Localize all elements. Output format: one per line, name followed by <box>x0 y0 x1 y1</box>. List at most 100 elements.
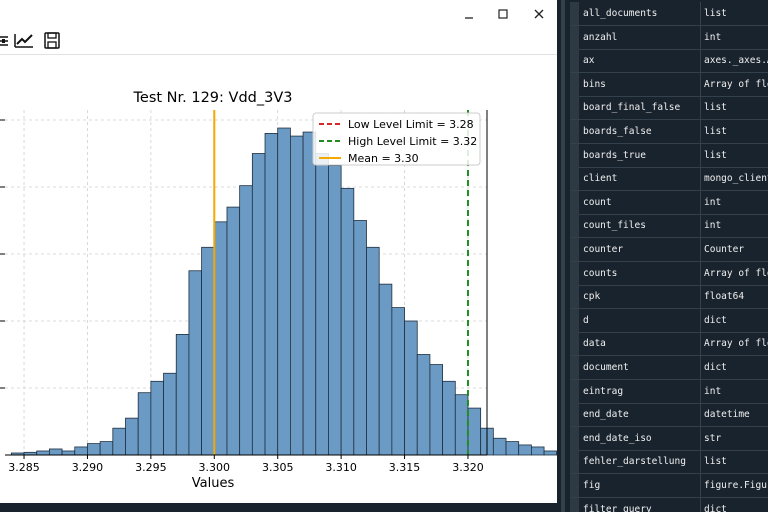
variable-row[interactable]: boards_true list <box>570 143 768 168</box>
histogram-bar <box>302 131 317 456</box>
maximize-icon[interactable] <box>492 4 514 24</box>
row-gutter <box>570 356 579 379</box>
column-separator <box>700 190 701 214</box>
variable-row[interactable]: bins Array of flo <box>570 72 768 97</box>
save-figure-icon[interactable] <box>42 31 64 51</box>
variable-row[interactable]: fig figure.Figur <box>570 474 768 498</box>
variable-type: int <box>704 220 722 232</box>
row-gutter <box>570 96 579 120</box>
histogram-bar <box>328 165 342 456</box>
window-titlebar <box>0 0 557 28</box>
column-separator <box>700 238 701 261</box>
histogram-bar <box>112 427 126 456</box>
histogram-bar <box>226 206 241 456</box>
variable-row[interactable]: counter Counter <box>570 238 768 262</box>
variable-type: list <box>704 149 727 161</box>
histogram-bar <box>289 135 304 456</box>
variable-row[interactable]: all_documents list <box>570 2 768 26</box>
variable-row[interactable]: cpk float64 <box>570 285 768 310</box>
histogram-bar <box>87 443 101 456</box>
histogram-bar <box>277 127 291 456</box>
variable-type: Array of flo <box>704 267 768 279</box>
variable-name: count <box>583 196 612 208</box>
variable-type: list <box>704 102 727 114</box>
histogram-bar <box>61 450 76 456</box>
variable-type: Array of flo <box>704 78 768 90</box>
variable-type: axes._axes.A <box>704 55 768 67</box>
variable-row[interactable]: boards_false list <box>570 120 768 144</box>
close-icon[interactable] <box>528 4 550 24</box>
row-gutter <box>570 450 579 474</box>
histogram-bar <box>530 446 545 456</box>
variable-row[interactable]: eintrag int <box>570 379 768 404</box>
histogram-bar <box>442 380 456 456</box>
variable-name: bins <box>583 78 606 90</box>
variable-name: boards_false <box>583 126 652 137</box>
row-gutter <box>570 72 579 96</box>
variable-type: mongo_client <box>704 173 768 185</box>
row-gutter <box>570 474 579 497</box>
variable-type: dict <box>704 314 727 326</box>
row-gutter <box>570 190 579 214</box>
x-tick-label: 3.285 <box>8 461 40 474</box>
x-tick-label: 3.305 <box>262 461 294 474</box>
splitter[interactable] <box>557 0 570 512</box>
histogram-bar <box>340 187 355 456</box>
histogram-bar <box>175 333 190 456</box>
histogram-bar <box>492 437 507 456</box>
variable-name: cpk <box>583 291 601 303</box>
variable-name: counts <box>583 267 618 279</box>
histogram-bar <box>251 153 266 456</box>
variable-row[interactable]: count int <box>570 190 768 215</box>
row-gutter <box>570 497 579 512</box>
edit-axis-icon[interactable] <box>13 31 35 51</box>
variable-row[interactable]: anzahl int <box>570 25 768 50</box>
variable-row[interactable]: counts Array of flo <box>570 261 768 286</box>
minimize-icon[interactable] <box>458 4 480 24</box>
histogram-bar <box>213 221 228 456</box>
splitter-handle[interactable] <box>561 0 565 512</box>
column-separator <box>700 2 701 25</box>
variable-row[interactable]: board_final_false list <box>570 96 768 121</box>
column-separator <box>700 497 701 512</box>
variable-row[interactable]: ax axes._axes.A <box>570 49 768 74</box>
variable-row[interactable]: count_files int <box>570 214 768 239</box>
variable-row[interactable]: filter_query dict <box>570 497 768 512</box>
variable-type: int <box>704 196 722 208</box>
x-tick-label: 3.310 <box>325 461 357 474</box>
variable-row[interactable]: d dict <box>570 308 768 333</box>
variable-name: fig <box>583 480 601 491</box>
histogram-bar <box>36 450 50 456</box>
window-bottom-edge <box>0 503 557 512</box>
figure-canvas[interactable]: 3.285 3.290 3.295 3.300 3.305 3.310 3.315 3.320… <box>0 55 596 503</box>
variable-name: client <box>583 173 618 185</box>
column-separator <box>700 379 701 403</box>
variable-row[interactable]: end_date datetime <box>570 403 768 428</box>
column-separator <box>700 426 701 450</box>
variable-row[interactable]: client mongo_client <box>570 167 768 192</box>
figure-window: 3.285 3.290 3.295 3.300 3.305 3.310 3.315 3.320… <box>0 0 596 503</box>
variable-name: document <box>583 362 629 373</box>
histogram-bar <box>99 441 114 456</box>
figure-toolbar <box>0 28 557 55</box>
variable-name: counter <box>583 244 624 255</box>
column-separator <box>700 167 701 191</box>
variable-name: anzahl <box>583 31 618 43</box>
column-separator <box>700 332 701 356</box>
variable-row[interactable]: document dict <box>570 356 768 380</box>
legend-label: Low Level Limit = 3.28 <box>348 118 474 131</box>
histogram-bar <box>264 133 279 456</box>
histogram-bar <box>391 307 405 456</box>
chart-legend: Low Level Limit = 3.28 High Level Limit =… <box>312 112 481 166</box>
variable-row[interactable]: data Array of flo <box>570 332 768 357</box>
variable-type: datetime <box>704 409 750 421</box>
row-gutter <box>570 238 579 261</box>
variable-row[interactable]: end_date_iso str <box>570 426 768 451</box>
histogram-bar <box>150 380 164 456</box>
histogram-bar <box>467 407 482 456</box>
column-separator <box>700 285 701 309</box>
variable-type: int <box>704 385 722 397</box>
variable-name: end_date <box>583 409 629 421</box>
variable-row[interactable]: fehler_darstellung list <box>570 450 768 475</box>
histogram-bar <box>74 446 88 456</box>
